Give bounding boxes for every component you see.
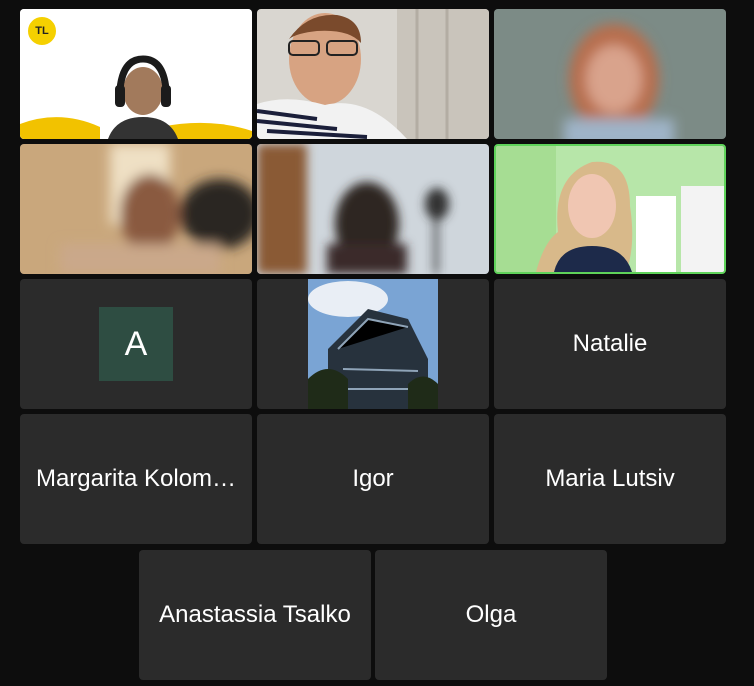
participant-tile-igor[interactable]: Igor — [257, 414, 489, 544]
participant-name: Olga — [465, 601, 517, 628]
participant-name: Maria Lutsiv — [545, 465, 675, 492]
video-tile-5[interactable] — [257, 144, 489, 274]
video-tile-4[interactable] — [20, 144, 252, 274]
video-tile-2[interactable] — [257, 9, 489, 139]
participant-video — [494, 9, 726, 139]
participant-video — [257, 144, 489, 274]
tl-logo-icon: TL — [26, 15, 58, 47]
participant-tile-olga[interactable]: Olga — [375, 550, 607, 680]
participant-name: Margarita Kolom… — [35, 465, 237, 492]
profile-photo — [308, 279, 438, 409]
participant-name: Natalie — [572, 330, 648, 357]
participant-tile-maria[interactable]: Maria Lutsiv — [494, 414, 726, 544]
participant-video — [496, 146, 724, 272]
avatar: A — [99, 307, 173, 381]
participant-video — [257, 9, 489, 139]
participant-tile-margarita[interactable]: Margarita Kolom… — [20, 414, 252, 544]
participant-name: Anastassia Tsalko — [159, 601, 351, 628]
participant-tile-anastassia[interactable]: Anastassia Tsalko — [139, 550, 371, 680]
video-tile-active-speaker[interactable] — [494, 144, 726, 274]
photo-avatar-tile[interactable] — [257, 279, 489, 409]
video-tile-1[interactable]: TL — [20, 9, 252, 139]
participant-tile-natalie[interactable]: Natalie — [494, 279, 726, 409]
participant-name: Igor — [352, 465, 394, 492]
avatar-tile[interactable]: A — [20, 279, 252, 409]
video-tile-3[interactable] — [494, 9, 726, 139]
participant-video — [20, 144, 252, 274]
